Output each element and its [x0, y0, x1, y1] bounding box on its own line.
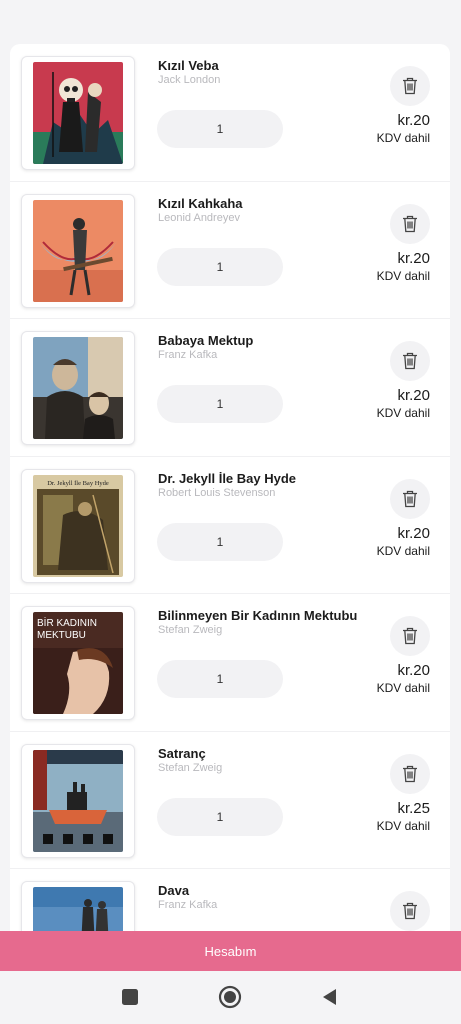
delete-button[interactable] [390, 891, 430, 931]
vat-note: KDV dahil [376, 131, 430, 145]
delete-button[interactable] [390, 341, 430, 381]
item-price: kr.20 [397, 524, 430, 542]
book-title[interactable]: Kızıl Kahkaha [158, 196, 243, 211]
book-cover[interactable] [21, 743, 135, 858]
book-author: Stefan Zweig [158, 761, 223, 774]
item-price: kr.20 [397, 662, 430, 679]
cart-item: Kızıl Veba Jack London 1 kr.20 KDV dahil [10, 44, 450, 182]
cart-list[interactable]: Kızıl Veba Jack London 1 kr.20 KDV dahil [10, 44, 450, 932]
quantity-value: 1 [216, 397, 224, 411]
trash-icon [403, 352, 417, 370]
vat-note: KDV dahil [376, 543, 430, 558]
cover-art-kizil-veba [33, 62, 123, 164]
item-price: kr.20 [397, 112, 430, 129]
quantity-value: 1 [216, 534, 224, 549]
book-title[interactable]: Dr. Jekyll İle Bay Hyde [158, 471, 296, 486]
cart-screen: Kızıl Veba Jack London 1 kr.20 KDV dahil [0, 0, 461, 1024]
item-price: kr.25 [397, 799, 430, 817]
book-author: Jack London [158, 74, 221, 86]
quantity-value: 1 [216, 259, 224, 274]
item-price: kr.20 [397, 387, 430, 404]
quantity-selector[interactable]: 1 [157, 247, 283, 286]
cover-art-dava [33, 887, 123, 932]
cover-art-babaya-mektup [33, 337, 123, 439]
delete-button[interactable] [390, 203, 430, 244]
trash-icon [403, 765, 417, 782]
delete-button[interactable] [390, 478, 430, 519]
cover-title-line2: MEKTUBU [37, 630, 86, 641]
account-button-label: Hesabım [204, 943, 257, 959]
trash-icon [403, 902, 417, 920]
cart-item: Babaya Mektup Franz Kafka 1 kr.20 KDV da… [10, 319, 450, 457]
vat-note: KDV dahil [376, 406, 430, 420]
quantity-value: 1 [216, 809, 224, 824]
account-button[interactable]: Hesabım [0, 931, 461, 971]
triangle-back-icon [323, 989, 336, 1005]
cover-art-bilinmeyen-kadin: BİR KADININ MEKTUBU [33, 612, 123, 714]
quantity-selector[interactable]: 1 [157, 110, 283, 148]
book-author: Leonid Andreyev [158, 211, 240, 224]
back-button[interactable] [318, 985, 342, 1009]
book-title[interactable]: Kızıl Veba [158, 58, 219, 73]
book-title[interactable]: Satranç [158, 746, 206, 761]
cart-item: Dava Franz Kafka [10, 869, 450, 932]
book-cover[interactable] [21, 331, 135, 445]
cover-art-satranc [33, 749, 123, 852]
delete-button[interactable] [390, 66, 430, 106]
vat-note: KDV dahil [376, 268, 430, 283]
vat-note: KDV dahil [376, 681, 430, 695]
cart-item: BİR KADININ MEKTUBU Bilinmeyen Bir Kadın… [10, 594, 450, 732]
cover-art-dr-jekyll: Dr. Jekyll İle Bay Hyde [33, 474, 123, 577]
cover-art-kizil-kahkaha [33, 199, 123, 302]
circle-icon [218, 985, 242, 1009]
trash-icon [403, 215, 417, 232]
trash-icon [403, 77, 417, 95]
quantity-value: 1 [216, 672, 224, 686]
recents-button[interactable] [118, 985, 142, 1009]
vat-note: KDV dahil [376, 818, 430, 833]
quantity-selector[interactable]: 1 [157, 522, 283, 561]
book-cover[interactable]: BİR KADININ MEKTUBU [21, 606, 135, 720]
cover-title-text: Dr. Jekyll İle Bay Hyde [47, 480, 109, 487]
quantity-selector[interactable]: 1 [157, 385, 283, 423]
quantity-selector[interactable]: 1 [157, 797, 283, 836]
book-cover[interactable]: Dr. Jekyll İle Bay Hyde [21, 468, 135, 583]
trash-icon [403, 490, 417, 507]
cart-item: Kızıl Kahkaha Leonid Andreyev 1 kr.20 KD… [10, 182, 450, 319]
book-title[interactable]: Bilinmeyen Bir Kadının Mektubu [158, 608, 357, 623]
book-author: Franz Kafka [158, 349, 218, 361]
book-author: Stefan Zweig [158, 624, 223, 636]
cart-item: Dr. Jekyll İle Bay Hyde Dr. Jekyll İle B… [10, 457, 450, 594]
delete-button[interactable] [390, 753, 430, 794]
quantity-selector[interactable]: 1 [157, 660, 283, 698]
book-title[interactable]: Babaya Mektup [158, 333, 253, 348]
delete-button[interactable] [390, 616, 430, 656]
book-author: Franz Kafka [158, 899, 218, 911]
book-author: Robert Louis Stevenson [158, 486, 276, 499]
cart-item: Satranç Stefan Zweig 1 kr.25 KDV dahil [10, 732, 450, 869]
book-title[interactable]: Dava [158, 883, 189, 898]
cover-title-line1: BİR KADININ [37, 616, 97, 629]
item-price: kr.20 [397, 249, 430, 267]
book-cover[interactable] [21, 881, 135, 932]
quantity-value: 1 [216, 122, 224, 136]
home-button[interactable] [218, 985, 242, 1009]
square-icon [122, 989, 138, 1005]
book-cover[interactable] [21, 56, 135, 170]
system-navigation-bar [0, 971, 461, 1024]
book-cover[interactable] [21, 193, 135, 308]
trash-icon [403, 627, 417, 645]
